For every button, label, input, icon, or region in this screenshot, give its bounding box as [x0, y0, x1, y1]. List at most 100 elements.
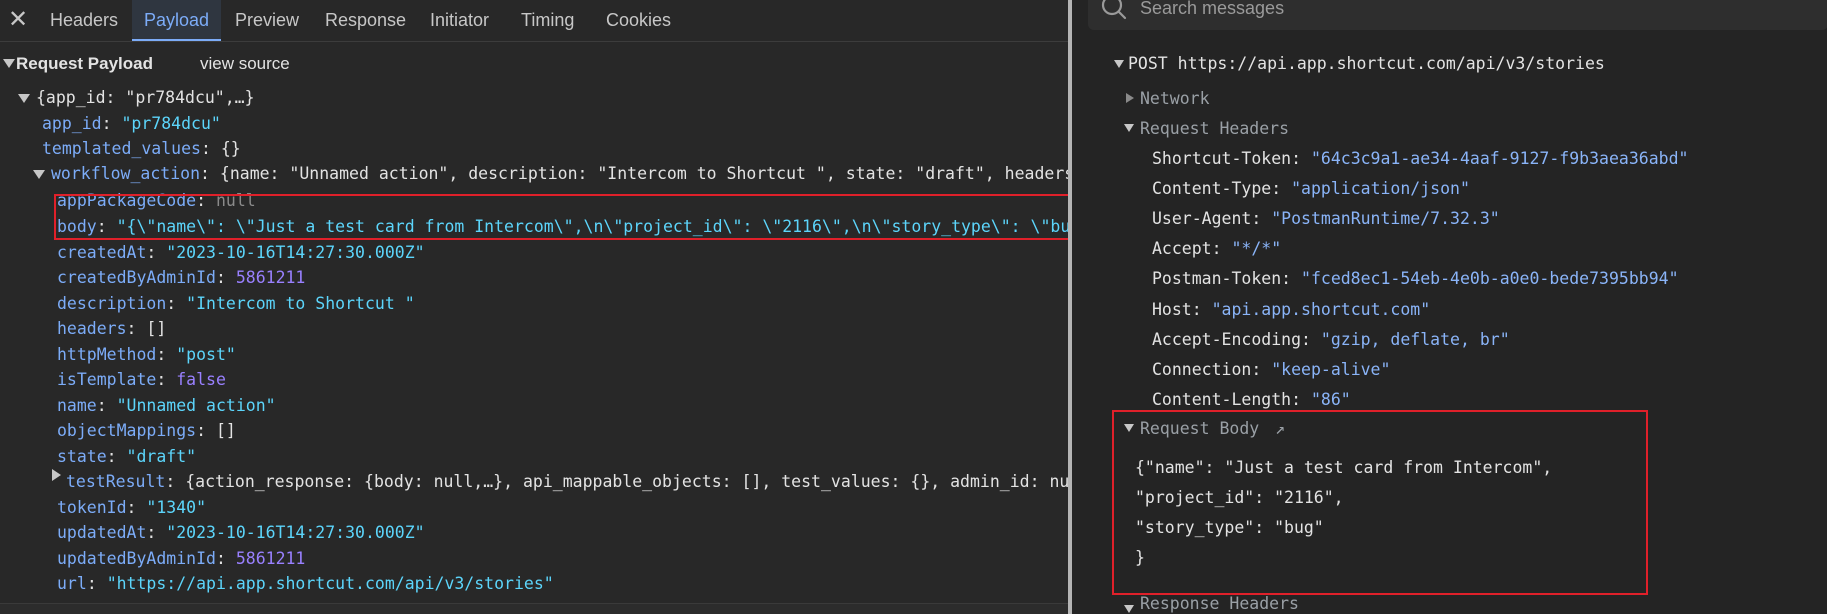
key: createdAt	[57, 243, 147, 262]
collapse-triangle-icon[interactable]	[1124, 124, 1134, 132]
tree-row-name: name: "Unnamed action"	[57, 396, 276, 415]
request-header-row: Content-Length: "86"	[1152, 389, 1351, 409]
view-source-link[interactable]: view source	[200, 54, 290, 74]
tree-row-token-id: tokenId: "1340"	[57, 498, 207, 517]
header-value: "PostmanRuntime/7.32.3"	[1271, 209, 1500, 229]
value: {name: "Unnamed action", description: "I…	[219, 164, 1068, 183]
value: {action_response: {body: null,…}, api_ma…	[185, 472, 1068, 491]
tab-preview[interactable]: Preview	[223, 0, 311, 40]
value: false	[176, 370, 226, 389]
request-body-line: "story_type": "bug"	[1135, 518, 1324, 537]
collapse-triangle-icon[interactable]	[1124, 424, 1134, 432]
header-value: "keep-alive"	[1271, 359, 1391, 379]
request-body-line: {"name": "Just a test card from Intercom…	[1135, 458, 1553, 477]
value: 5861211	[235, 549, 306, 568]
request-body-line: }	[1135, 548, 1145, 567]
search-input[interactable]	[1138, 0, 1802, 22]
expand-triangle-icon[interactable]	[1126, 93, 1134, 103]
header-value: "fced8ec1-54eb-4e0b-a0e0-bede7395bb94"	[1301, 269, 1679, 289]
tree-row-app-package-code: appPackageCode: null	[57, 191, 256, 210]
request-header-row: Accept-Encoding: "gzip, deflate, br"	[1152, 329, 1510, 349]
value: "pr784dcu"	[121, 114, 221, 133]
key: workflow_action	[51, 164, 201, 183]
payload-panel: ✕ Headers Payload Preview Response Initi…	[0, 0, 1068, 614]
collapse-triangle-icon[interactable]	[3, 59, 15, 68]
tree-row-updated-at: updatedAt: "2023-10-16T14:27:30.000Z"	[57, 523, 425, 542]
value: "1340"	[146, 498, 207, 517]
expand-triangle-icon[interactable]	[33, 170, 45, 179]
tab-cookies[interactable]: Cookies	[594, 0, 683, 40]
tab-timing[interactable]: Timing	[509, 0, 586, 40]
horizontal-scrollbar[interactable]	[0, 603, 1068, 614]
request-header-row: User-Agent: "PostmanRuntime/7.32.3"	[1152, 209, 1500, 229]
header-key: User-Agent	[1152, 209, 1252, 229]
header-value: "application/json"	[1291, 179, 1470, 199]
key: tokenId	[57, 498, 127, 517]
request-header-row: Accept: "*/*"	[1152, 239, 1282, 259]
request-body-content: {"name": "Just a test card from Intercom…	[1131, 450, 1631, 576]
value: "Unnamed action"	[116, 396, 276, 415]
value: "https://api.app.shortcut.com/api/v3/sto…	[106, 574, 554, 593]
section-response-headers[interactable]: Response Headers	[1140, 592, 1299, 614]
tree-row-test-result[interactable]: testResult: {action_response: {body: nul…	[66, 470, 1068, 494]
value: "2023-10-16T14:27:30.000Z"	[166, 523, 425, 542]
value: {}	[220, 139, 241, 158]
collapse-triangle-icon[interactable]	[1124, 605, 1134, 613]
request-header-row: Host: "api.app.shortcut.com"	[1152, 299, 1431, 319]
key: objectMappings	[57, 421, 197, 440]
key: createdByAdminId	[57, 268, 216, 287]
collapse-triangle-icon[interactable]	[1114, 60, 1124, 68]
tree-row-updated-by-admin-id: updatedByAdminId: 5861211	[57, 549, 306, 568]
tree-row-workflow-action[interactable]: workflow_action: {name: "Unnamed action"…	[51, 162, 1068, 186]
header-value: "api.app.shortcut.com"	[1211, 299, 1431, 319]
close-icon[interactable]: ✕	[6, 6, 30, 34]
expand-triangle-icon[interactable]	[52, 469, 61, 481]
key: app_id	[42, 114, 102, 133]
tree-row-headers: headers: []	[57, 319, 167, 338]
section-network[interactable]: Network	[1140, 87, 1210, 111]
header-value: "64c3c9a1-ae34-4aaf-9127-f9b3aea36abd"	[1310, 149, 1689, 168]
value: 5861211	[235, 268, 306, 287]
header-key: Host	[1152, 299, 1192, 319]
root-object-summary[interactable]: {app_id: "pr784dcu",…}	[36, 86, 255, 110]
request-header-row: Postman-Token: "fced8ec1-54eb-4e0b-a0e0-…	[1152, 269, 1679, 289]
header-value: "*/*"	[1231, 239, 1282, 259]
expand-triangle-icon[interactable]	[18, 94, 30, 103]
key: httpMethod	[57, 345, 157, 364]
request-header-row: Connection: "keep-alive"	[1152, 359, 1391, 379]
value: []	[146, 319, 167, 338]
key: isTemplate	[57, 370, 157, 389]
key: url	[57, 574, 87, 593]
tree-row-url: url: "https://api.app.shortcut.com/api/v…	[57, 574, 554, 593]
section-request-body[interactable]: Request Body ↗	[1140, 417, 1285, 441]
tree-row-created-at: createdAt: "2023-10-16T14:27:30.000Z"	[57, 243, 425, 262]
key: body	[57, 217, 97, 236]
value: "post"	[176, 345, 236, 364]
section-request-headers[interactable]: Request Headers	[1140, 117, 1289, 141]
key: name	[57, 396, 97, 415]
header-key: Postman-Token	[1152, 269, 1282, 289]
external-link-icon[interactable]: ↗	[1275, 419, 1285, 438]
payload-section-header: Request Payload view source	[0, 42, 1068, 86]
tab-response[interactable]: Response	[313, 0, 418, 40]
tree-row-state: state: "draft"	[57, 447, 197, 466]
request-header-row: Content-Type: "application/json"	[1152, 179, 1470, 199]
tree-row-created-by-admin-id: createdByAdminId: 5861211	[57, 268, 306, 287]
section-title[interactable]: Request Payload	[16, 54, 153, 74]
tab-headers[interactable]: Headers	[38, 0, 130, 40]
tab-initiator[interactable]: Initiator	[418, 0, 501, 40]
tab-payload[interactable]: Payload	[132, 0, 222, 41]
key: updatedByAdminId	[57, 549, 216, 568]
value: null	[215, 191, 256, 210]
header-key: Connection	[1152, 359, 1252, 379]
request-header-row: Shortcut-Token: "64c3c9a1-ae34-4aaf-9127…	[1152, 149, 1689, 168]
key: state	[57, 447, 107, 466]
tree-row-is-template: isTemplate: false	[57, 370, 226, 389]
section-label: Request Body	[1140, 419, 1260, 438]
value: "{\"name\": \"Just a test card from Inte…	[116, 217, 1068, 236]
key: description	[57, 294, 167, 313]
tree-row-http-method: httpMethod: "post"	[57, 345, 236, 364]
request-line[interactable]: POST https://api.app.shortcut.com/api/v3…	[1128, 52, 1605, 76]
key: appPackageCode	[57, 191, 197, 210]
tree-row-app-id: app_id: "pr784dcu"	[42, 114, 221, 133]
